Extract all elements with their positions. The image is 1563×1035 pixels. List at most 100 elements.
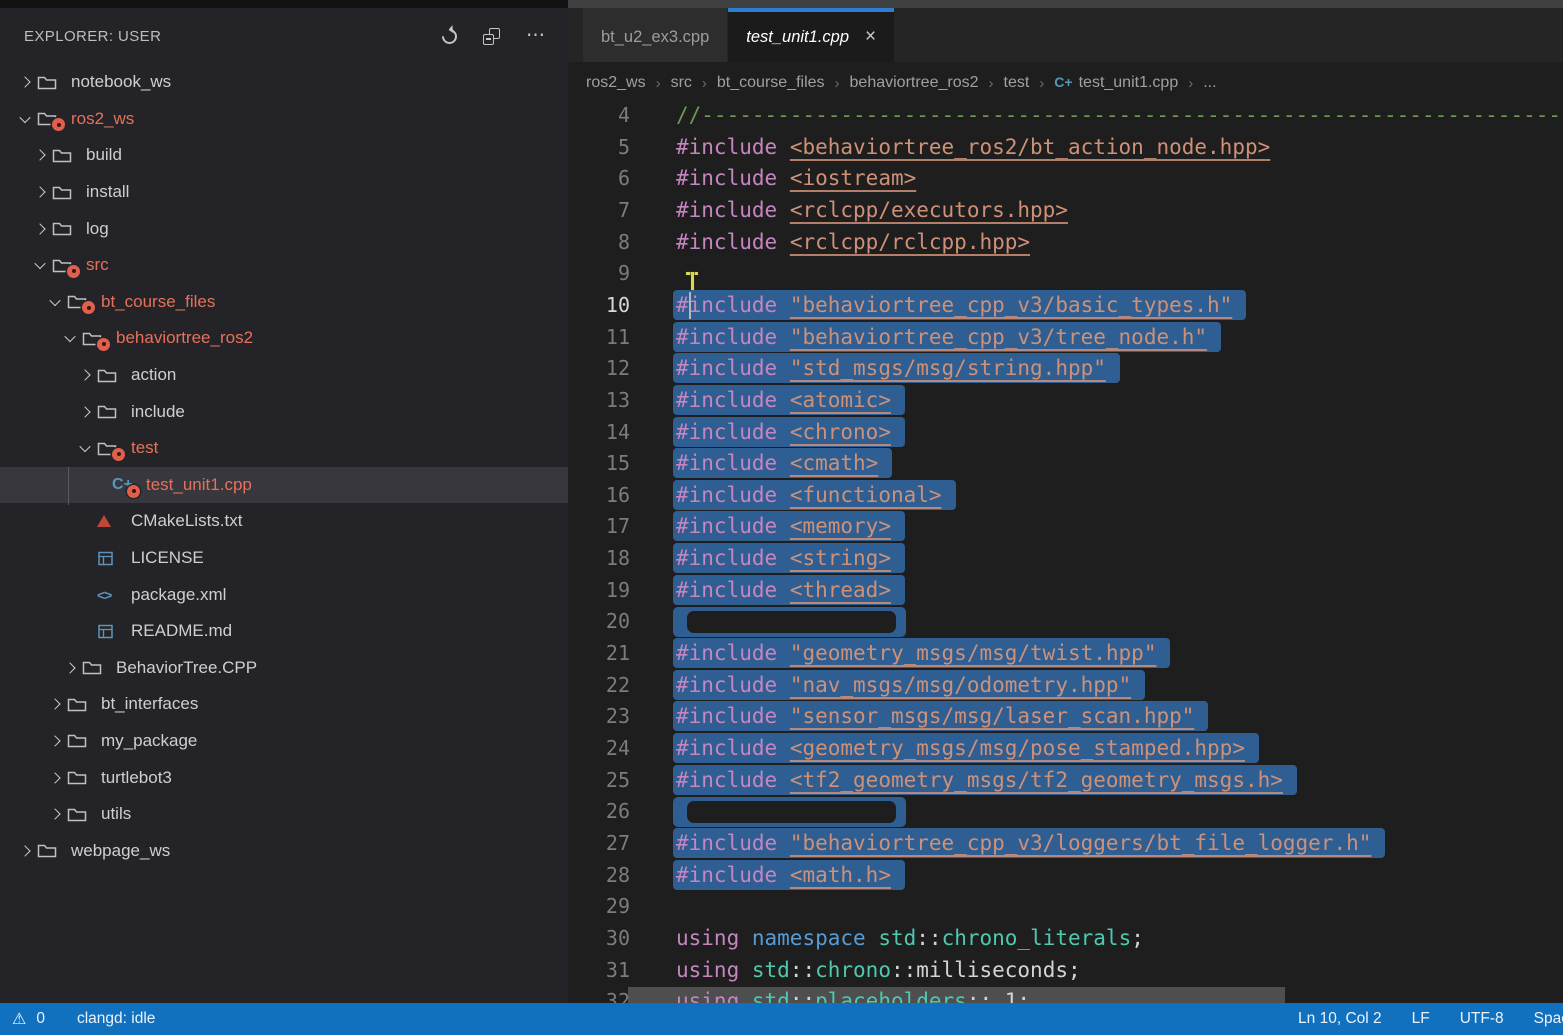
code-line-29[interactable]: 29: [568, 891, 1563, 923]
line-number[interactable]: 17: [568, 511, 630, 543]
code-line-15[interactable]: 15#include <cmath>: [568, 448, 1563, 480]
code-line-17[interactable]: 17#include <memory>: [568, 511, 1563, 543]
code-line-25[interactable]: 25#include <tf2_geometry_msgs/tf2_geomet…: [568, 765, 1563, 797]
line-number[interactable]: 8: [568, 227, 630, 259]
tree-item-utils[interactable]: utils: [0, 796, 568, 833]
code-line-12[interactable]: 12#include "std_msgs/msg/string.hpp": [568, 353, 1563, 385]
tree-item-CMakeLists.txt[interactable]: CMakeLists.txt: [0, 503, 568, 540]
code-line-14[interactable]: 14#include <chrono>: [568, 417, 1563, 449]
code-line-7[interactable]: 7#include <rclcpp/executors.hpp>: [568, 195, 1563, 227]
code-line-8[interactable]: 8#include <rclcpp/rclcpp.hpp>: [568, 227, 1563, 259]
refresh-explorer-icon[interactable]: [439, 25, 460, 46]
line-number[interactable]: 13: [568, 385, 630, 417]
line-number[interactable]: 7: [568, 195, 630, 227]
code-line-18[interactable]: 18#include <string>: [568, 543, 1563, 575]
tree-item-BehaviorTree.CPP[interactable]: BehaviorTree.CPP: [0, 650, 568, 687]
code-line-31[interactable]: 31using std::chrono::milliseconds;: [568, 955, 1563, 987]
code-line-28[interactable]: 28#include <math.h>: [568, 860, 1563, 892]
line-number[interactable]: 30: [568, 923, 630, 955]
cursor-position[interactable]: Ln 10, Col 2: [1298, 1010, 1382, 1028]
line-number[interactable]: 9: [568, 258, 630, 290]
tab-test_unit1.cpp[interactable]: test_unit1.cpp×: [728, 8, 894, 62]
tree-item-bt_interfaces[interactable]: bt_interfaces: [0, 686, 568, 723]
tree-item-package.xml[interactable]: <>package.xml: [0, 576, 568, 613]
line-number[interactable]: 29: [568, 891, 630, 923]
breadcrumb-item-behaviortree_ros2[interactable]: behaviortree_ros2: [850, 74, 979, 92]
code-line-4[interactable]: 4//-------------------------------------…: [568, 104, 1563, 132]
tree-item-ros2_ws[interactable]: ros2_ws: [0, 101, 568, 138]
warnings-count[interactable]: 0: [36, 1010, 45, 1028]
line-number[interactable]: 15: [568, 448, 630, 480]
warning-icon[interactable]: ⚠: [12, 1009, 26, 1029]
code-line-10[interactable]: 10#include "behaviortree_cpp_v3/basic_ty…: [568, 290, 1563, 322]
tree-item-build[interactable]: build: [0, 137, 568, 174]
code-line-6[interactable]: 6#include <iostream>: [568, 163, 1563, 195]
close-tab-icon[interactable]: ×: [865, 26, 876, 48]
code-line-16[interactable]: 16#include <functional>: [568, 480, 1563, 512]
tree-item-notebook_ws[interactable]: notebook_ws: [0, 64, 568, 101]
tree-item-README.md[interactable]: README.md: [0, 613, 568, 650]
code-line-32[interactable]: 32using std::placeholders::_1;: [568, 986, 1563, 1003]
line-number[interactable]: 10: [568, 290, 630, 322]
line-number[interactable]: 19: [568, 575, 630, 607]
eol-indicator[interactable]: LF: [1412, 1010, 1430, 1028]
tree-item-my_package[interactable]: my_package: [0, 723, 568, 760]
tree-item-src[interactable]: src: [0, 247, 568, 284]
tab-bt_u2_ex3.cpp[interactable]: bt_u2_ex3.cpp: [583, 8, 727, 62]
encoding-indicator[interactable]: UTF-8: [1460, 1010, 1504, 1028]
line-number[interactable]: 28: [568, 860, 630, 892]
line-number[interactable]: 27: [568, 828, 630, 860]
line-number[interactable]: 24: [568, 733, 630, 765]
code-line-5[interactable]: 5#include <behaviortree_ros2/bt_action_n…: [568, 132, 1563, 164]
line-number[interactable]: 12: [568, 353, 630, 385]
code-line-22[interactable]: 22#include "nav_msgs/msg/odometry.hpp": [568, 670, 1563, 702]
breadcrumb-item-test_unit1.cpp[interactable]: C+test_unit1.cpp: [1054, 74, 1178, 92]
code-line-26[interactable]: 26: [568, 796, 1563, 828]
breadcrumb-item-src[interactable]: src: [671, 74, 692, 92]
line-number[interactable]: 16: [568, 480, 630, 512]
tree-item-install[interactable]: install: [0, 174, 568, 211]
tree-item-turtlebot3[interactable]: turtlebot3: [0, 759, 568, 796]
line-number[interactable]: 22: [568, 670, 630, 702]
tree-item-test[interactable]: test: [0, 430, 568, 467]
code-line-21[interactable]: 21#include "geometry_msgs/msg/twist.hpp": [568, 638, 1563, 670]
code-line-11[interactable]: 11#include "behaviortree_cpp_v3/tree_nod…: [568, 322, 1563, 354]
tree-item-LICENSE[interactable]: LICENSE: [0, 540, 568, 577]
breadcrumb-item-bt_course_files[interactable]: bt_course_files: [717, 74, 825, 92]
tree-item-test_unit1.cpp[interactable]: C+test_unit1.cpp: [0, 467, 568, 504]
code-line-20[interactable]: 20: [568, 606, 1563, 638]
code-line-30[interactable]: 30using namespace std::chrono_literals;: [568, 923, 1563, 955]
breadcrumb-item-test[interactable]: test: [1004, 74, 1030, 92]
line-number[interactable]: 23: [568, 701, 630, 733]
line-number[interactable]: 11: [568, 322, 630, 354]
code-line-9[interactable]: 9: [568, 258, 1563, 290]
clangd-status[interactable]: clangd: idle: [77, 1010, 155, 1028]
line-number[interactable]: 5: [568, 132, 630, 164]
tree-item-include[interactable]: include: [0, 393, 568, 430]
tree-item-log[interactable]: log: [0, 210, 568, 247]
line-number[interactable]: 6: [568, 163, 630, 195]
tree-item-bt_course_files[interactable]: bt_course_files: [0, 284, 568, 321]
code-line-19[interactable]: 19#include <thread>: [568, 575, 1563, 607]
line-number[interactable]: 21: [568, 638, 630, 670]
more-actions-icon[interactable]: ⋯: [526, 31, 546, 41]
collapse-folders-icon[interactable]: [483, 28, 500, 45]
code-editor[interactable]: 4//-------------------------------------…: [568, 104, 1563, 1003]
line-number[interactable]: 18: [568, 543, 630, 575]
code-line-27[interactable]: 27#include "behaviortree_cpp_v3/loggers/…: [568, 828, 1563, 860]
breadcrumb-item-ros2_ws[interactable]: ros2_ws: [586, 74, 646, 92]
code-line-23[interactable]: 23#include "sensor_msgs/msg/laser_scan.h…: [568, 701, 1563, 733]
line-number[interactable]: 31: [568, 955, 630, 987]
line-number[interactable]: 4: [568, 104, 630, 132]
tree-item-webpage_ws[interactable]: webpage_ws: [0, 832, 568, 869]
tree-item-action[interactable]: action: [0, 357, 568, 394]
line-number[interactable]: 26: [568, 796, 630, 828]
code-line-13[interactable]: 13#include <atomic>: [568, 385, 1563, 417]
code-line-24[interactable]: 24#include <geometry_msgs/msg/pose_stamp…: [568, 733, 1563, 765]
line-number[interactable]: 25: [568, 765, 630, 797]
breadcrumb-item-...[interactable]: ...: [1203, 74, 1216, 92]
line-number[interactable]: 32: [568, 986, 630, 1003]
indentation-indicator[interactable]: Spac: [1534, 1010, 1563, 1028]
line-number[interactable]: 20: [568, 606, 630, 638]
tree-item-behaviortree_ros2[interactable]: behaviortree_ros2: [0, 320, 568, 357]
